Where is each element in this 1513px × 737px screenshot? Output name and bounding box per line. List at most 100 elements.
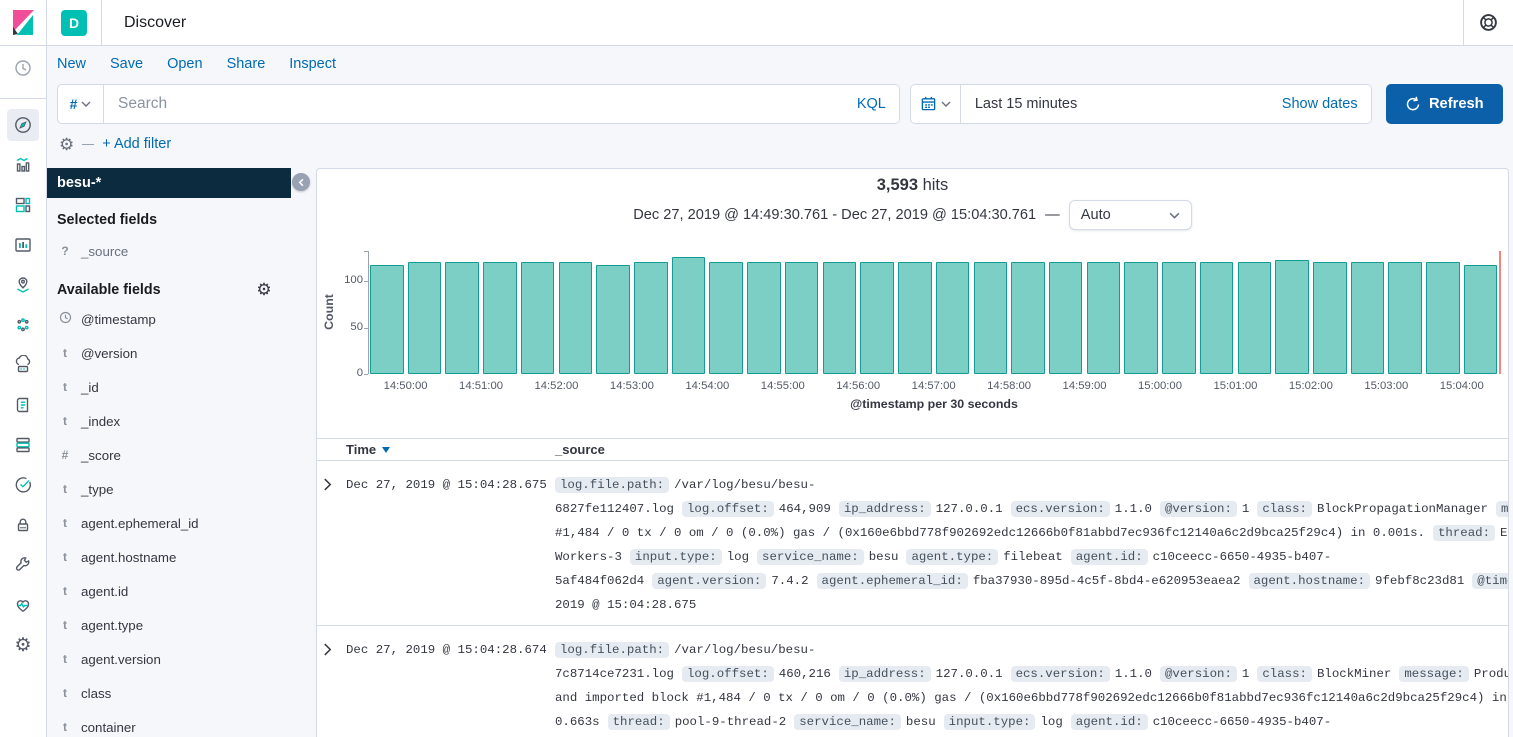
nav-uptime-icon[interactable] — [7, 469, 39, 501]
field-item-container[interactable]: tcontainer — [47, 710, 315, 737]
histogram-bar[interactable] — [898, 262, 932, 374]
x-axis-tick-label: 14:52:00 — [534, 380, 578, 392]
histogram-bar[interactable] — [974, 262, 1008, 374]
nav-rail: ⚙ — [0, 46, 47, 737]
query-language-button[interactable]: KQL — [857, 96, 899, 112]
source-field-name-badge: agent.ephemeral_id: — [817, 573, 968, 589]
histogram-bar[interactable] — [1200, 262, 1234, 374]
source-field-name-badge: service_name: — [757, 549, 864, 565]
x-axis-tick-label: 14:59:00 — [1063, 380, 1107, 392]
filter-options-gear-icon[interactable]: ⚙ — [59, 136, 74, 153]
field-item-_id[interactable]: t_id — [47, 370, 315, 404]
source-field-name-badge: thread: — [1433, 525, 1495, 541]
interval-select[interactable]: Auto — [1069, 200, 1192, 230]
field-type-icon: t — [58, 652, 72, 666]
histogram-bar[interactable] — [1388, 262, 1422, 374]
menu-share-link[interactable]: Share — [227, 56, 266, 72]
nav-dashboard-icon[interactable] — [7, 189, 39, 221]
refresh-button[interactable]: Refresh — [1386, 84, 1503, 124]
field-item-_type[interactable]: t_type — [47, 472, 315, 506]
nav-logs-icon[interactable] — [7, 389, 39, 421]
source-field-value: 127.0.0.1 — [936, 502, 1003, 516]
nav-dev-tools-icon[interactable] — [7, 549, 39, 581]
expand-row-chevron-icon[interactable] — [320, 638, 346, 659]
filter-type-button[interactable]: # — [58, 85, 104, 123]
field-item-agent.version[interactable]: tagent.version — [47, 642, 315, 676]
space-badge[interactable]: D — [61, 10, 87, 36]
field-item-agent.id[interactable]: tagent.id — [47, 574, 315, 608]
field-item-_source[interactable]: ?_source — [47, 236, 315, 266]
histogram-bar[interactable] — [1238, 262, 1272, 374]
menu-open-link[interactable]: Open — [167, 56, 202, 72]
search-input[interactable] — [104, 95, 857, 113]
index-pattern-selector[interactable]: besu-* — [47, 168, 291, 198]
histogram-bar[interactable] — [1162, 262, 1196, 374]
field-item-agent.type[interactable]: tagent.type — [47, 608, 315, 642]
histogram-bar[interactable] — [634, 262, 668, 374]
kibana-logo[interactable] — [0, 0, 47, 45]
calendar-button[interactable] — [911, 85, 961, 123]
histogram-bar[interactable] — [483, 262, 517, 374]
histogram-bar[interactable] — [521, 262, 555, 374]
field-item-_index[interactable]: t_index — [47, 404, 315, 438]
histogram-bar[interactable] — [445, 262, 479, 374]
table-row: Dec 27, 2019 @ 15:04:28.675log.file.path… — [317, 461, 1508, 626]
time-range-value[interactable]: Last 15 minutes — [961, 96, 1282, 112]
nav-maps-icon[interactable] — [7, 269, 39, 301]
nav-canvas-icon[interactable] — [7, 229, 39, 261]
x-axis-tick-label: 15:02:00 — [1289, 380, 1333, 392]
menu-new-link[interactable]: New — [57, 56, 86, 72]
menu-inspect-link[interactable]: Inspect — [289, 56, 336, 72]
source-field-name-badge: ecs.version: — [1011, 501, 1110, 517]
histogram-bar[interactable] — [370, 265, 404, 374]
nav-visualize-icon[interactable] — [7, 149, 39, 181]
histogram-bar[interactable] — [1313, 262, 1347, 374]
field-item-agent.hostname[interactable]: tagent.hostname — [47, 540, 315, 574]
histogram-bar[interactable] — [1464, 265, 1498, 374]
field-item-@version[interactable]: t@version — [47, 336, 315, 370]
histogram-bar[interactable] — [1049, 262, 1083, 374]
show-dates-button[interactable]: Show dates — [1282, 96, 1371, 112]
histogram-bar[interactable] — [1426, 262, 1460, 374]
add-filter-button[interactable]: + Add filter — [102, 136, 171, 152]
histogram-bar[interactable] — [860, 262, 894, 374]
nav-siem-icon[interactable] — [7, 509, 39, 541]
histogram-bar[interactable] — [559, 262, 593, 374]
field-item-class[interactable]: tclass — [47, 676, 315, 710]
histogram-bar[interactable] — [823, 262, 857, 374]
histogram-bar[interactable] — [672, 257, 706, 374]
histogram-bar[interactable] — [785, 262, 819, 374]
nav-discover-icon[interactable] — [7, 109, 39, 141]
histogram-bar[interactable] — [1351, 262, 1385, 374]
field-type-icon: t — [58, 516, 72, 530]
histogram-bar[interactable] — [747, 262, 781, 374]
nav-management-icon[interactable]: ⚙ — [7, 629, 39, 661]
expand-row-chevron-icon[interactable] — [320, 473, 346, 494]
time-column-header[interactable]: Time — [346, 442, 555, 457]
histogram-bar[interactable] — [1087, 262, 1121, 374]
histogram-bar[interactable] — [936, 262, 970, 374]
histogram-bar[interactable] — [1275, 260, 1309, 374]
help-icon[interactable] — [1463, 0, 1513, 45]
collapse-sidebar-button[interactable] — [292, 173, 310, 191]
source-field-value: besu — [906, 715, 936, 729]
filter-bar-dash — [82, 144, 94, 145]
histogram-bar[interactable] — [408, 262, 442, 374]
field-item-agent.ephemeral_id[interactable]: tagent.ephemeral_id — [47, 506, 315, 540]
field-settings-gear-icon[interactable]: ⚙ — [251, 276, 277, 302]
menu-save-link[interactable]: Save — [110, 56, 143, 72]
table-header: Time _source — [317, 438, 1508, 461]
nav-recently-viewed-icon[interactable] — [7, 52, 39, 84]
histogram-bar[interactable] — [1124, 262, 1158, 374]
field-item-@timestamp[interactable]: @timestamp — [47, 302, 315, 336]
nav-stack-monitoring-icon[interactable] — [7, 589, 39, 621]
field-item-_score[interactable]: #_score — [47, 438, 315, 472]
histogram-bar[interactable] — [596, 265, 630, 374]
histogram-bar[interactable] — [1011, 262, 1045, 374]
field-name: _index — [81, 414, 120, 429]
nav-apm-icon[interactable] — [7, 349, 39, 381]
nav-metrics-icon[interactable] — [7, 429, 39, 461]
histogram-bar[interactable] — [709, 262, 743, 374]
source-field-name-badge: @version: — [1160, 666, 1237, 682]
nav-machine-learning-icon[interactable] — [7, 309, 39, 341]
